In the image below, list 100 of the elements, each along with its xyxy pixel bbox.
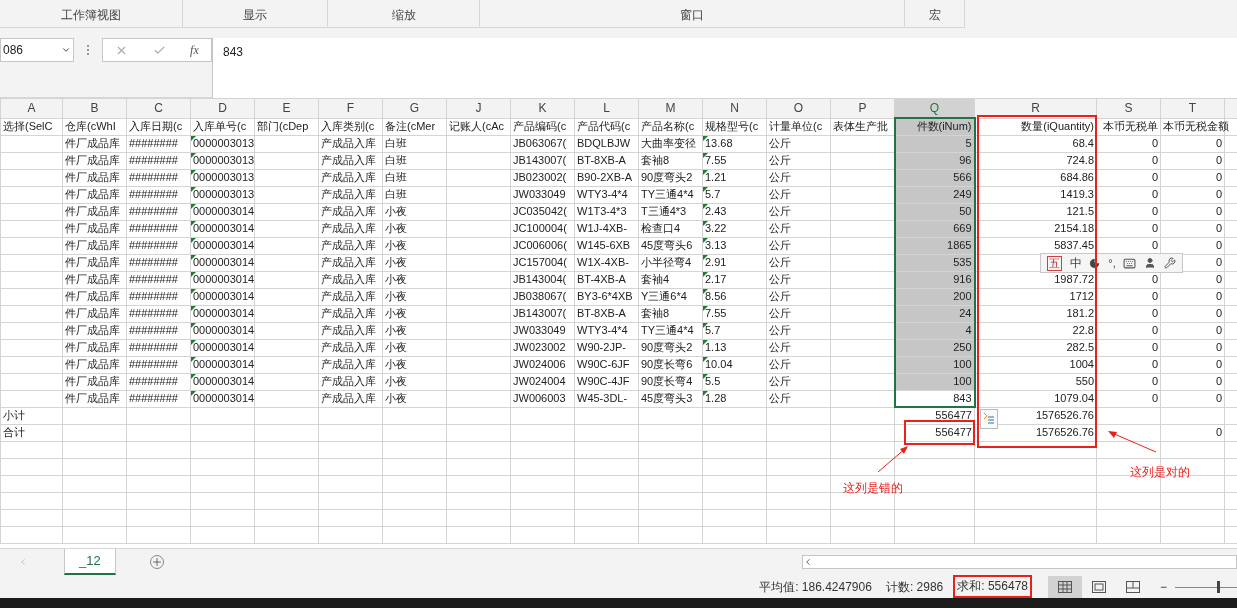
table-cell: 检查口4 [641, 222, 681, 234]
table-cell: 公斤 [769, 392, 791, 404]
wrench-icon[interactable] [1164, 257, 1177, 269]
table-cell: 5837.45 [1054, 239, 1094, 251]
table-cell: 产成品入库 [321, 154, 376, 166]
zoom-slider[interactable] [1175, 580, 1237, 593]
table-cell: 2154.18 [1054, 222, 1094, 234]
table-cell: 产成品入库 [321, 392, 376, 404]
table-cell: 50 [959, 205, 972, 217]
table-cell: 0000003014 [193, 273, 255, 285]
table-cell: 产成品入库 [321, 358, 376, 370]
zoom-slider-thumb[interactable] [1217, 580, 1221, 593]
table-cell: 小夜 [385, 239, 407, 251]
table-cell: ######## [129, 137, 178, 149]
table-cell: 0000003014 [193, 222, 255, 234]
table-cell: 7.55 [705, 307, 727, 319]
column-header[interactable]: A [0, 98, 63, 118]
formula-input[interactable]: 843 [212, 38, 1237, 98]
table-cell: 0000003014 [193, 341, 255, 353]
column-title: 备注(cMer [385, 120, 436, 132]
table-cell: JB143004( [513, 273, 567, 285]
column-header[interactable]: J [446, 98, 511, 118]
table-cell: 产成品入库 [321, 239, 376, 251]
column-header[interactable]: N [702, 98, 767, 118]
table-cell: 1576526.76 [1035, 409, 1094, 421]
table-cell: 0000003014 [193, 358, 255, 370]
status-sum: 求和: 556478 [953, 575, 1032, 598]
table-cell: 小夜 [385, 307, 407, 319]
table-cell: W90C-6JF [577, 358, 630, 370]
table-cell: T三通4*3 [641, 205, 687, 217]
person-icon[interactable] [1144, 257, 1157, 269]
column-title: 本币无税金额 [1163, 120, 1229, 132]
table-cell: 产成品入库 [321, 137, 376, 149]
table-cell: 0 [1151, 358, 1158, 370]
table-cell: 公斤 [769, 171, 791, 183]
column-header[interactable]: S [1096, 98, 1161, 118]
table-cell: 0 [1215, 273, 1222, 285]
column-header[interactable]: D [190, 98, 255, 118]
moon-icon[interactable] [1089, 257, 1101, 269]
table-cell: 7.55 [705, 154, 727, 166]
table-cell: 0000003014 [193, 205, 255, 217]
column-title: 本币无税单 [1103, 120, 1158, 132]
table-cell: JW006003 [513, 392, 566, 404]
table-cell: JB143007( [513, 307, 567, 319]
table-cell: 200 [953, 290, 972, 302]
column-header[interactable]: L [574, 98, 639, 118]
table-cell: 0000003014 [193, 256, 255, 268]
table-cell: 产成品入库 [321, 222, 376, 234]
column-header[interactable]: F [318, 98, 383, 118]
punctuation-button[interactable]: °, [1108, 254, 1116, 272]
table-cell: B90-2XB-A [577, 171, 633, 183]
column-header[interactable]: G [382, 98, 447, 118]
column-header[interactable]: P [830, 98, 895, 118]
table-cell: 0 [1151, 205, 1158, 217]
table-cell: 件厂成品库 [65, 171, 120, 183]
status-count: 计数: 2986 [885, 578, 944, 596]
horizontal-scrollbar[interactable] [802, 555, 1237, 569]
table-cell: 产成品入库 [321, 375, 376, 387]
table-cell: 45度弯头3 [641, 392, 693, 404]
table-cell: 件厂成品库 [65, 324, 120, 336]
table-cell: BDQLBJW [577, 137, 631, 149]
column-title: 产品代码(c [577, 120, 631, 132]
ime-language-button[interactable]: 中 [1069, 254, 1082, 272]
column-header[interactable]: T [1160, 98, 1225, 118]
table-cell: Y三通6*4 [641, 290, 687, 302]
table-cell: 产成品入库 [321, 205, 376, 217]
column-header[interactable]: M [638, 98, 703, 118]
insert-function-button[interactable]: fx [190, 41, 199, 59]
column-header[interactable]: Q [894, 98, 975, 118]
table-cell: JB023002( [513, 171, 567, 183]
scroll-left-icon[interactable] [803, 557, 813, 567]
table-cell: ######## [129, 205, 178, 217]
table-cell: 0 [1215, 358, 1222, 370]
column-header[interactable]: B [62, 98, 127, 118]
table-cell: 8.56 [705, 290, 727, 302]
table-cell: 套袖8 [641, 307, 670, 319]
table-cell: 249 [953, 188, 972, 200]
table-cell: 0000003013 [193, 188, 255, 200]
column-title: 部门(cDep [257, 120, 309, 132]
name-box[interactable]: 086 [0, 38, 74, 62]
column-header[interactable]: R [974, 98, 1097, 118]
keyboard-icon[interactable] [1123, 256, 1137, 270]
table-cell: 181.2 [1066, 307, 1094, 319]
annotation-text: 这列是错的 [843, 480, 903, 497]
column-header[interactable]: K [510, 98, 575, 118]
sheet-tab[interactable]: _12 [64, 549, 116, 575]
ime-mode-button[interactable]: 五 [1046, 255, 1062, 271]
list-options-icon[interactable] [980, 409, 998, 429]
zoom-out-button[interactable]: − [1160, 577, 1167, 596]
table-cell: 件厂成品库 [65, 154, 120, 166]
table-cell: 0 [1151, 188, 1158, 200]
table-cell: JB063067( [513, 137, 567, 149]
table-cell: 90度弯头2 [641, 341, 693, 353]
table-cell: 0 [1151, 307, 1158, 319]
column-header[interactable]: E [254, 98, 319, 118]
table-cell: 白班 [385, 137, 407, 149]
column-header[interactable]: O [766, 98, 831, 118]
table-cell: 0000003013 [193, 171, 255, 183]
table-cell: ######## [129, 341, 178, 353]
column-header[interactable]: C [126, 98, 191, 118]
